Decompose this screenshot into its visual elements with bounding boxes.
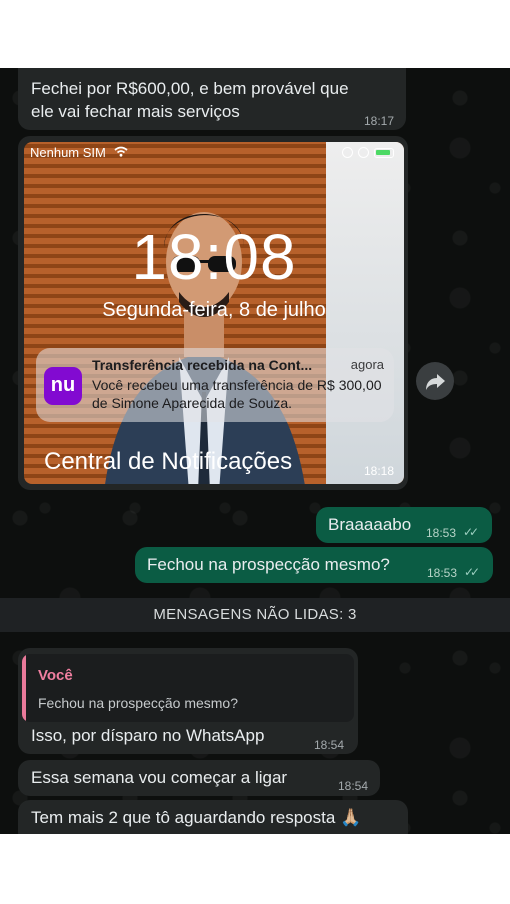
quote-accent-bar [22, 654, 26, 722]
lockscreen-screenshot-image[interactable]: Nenhum SIM 18:08 Segunda-feira, 8 de jul… [24, 142, 404, 484]
message-time: 18:54 [313, 738, 344, 752]
forward-icon [426, 374, 445, 390]
incoming-message[interactable]: Você Fechou na prospecção mesmo? Isso, p… [18, 648, 358, 754]
message-time: 18:54 [337, 779, 368, 793]
status-bar: Nenhum SIM [30, 145, 128, 160]
chat-background: Fechei por R$600,00, e bem provável que … [0, 68, 510, 834]
message-time: 18:17 [363, 114, 394, 128]
double-check-icon: ✓✓ [464, 565, 480, 579]
quoted-message[interactable]: Você Fechou na prospecção mesmo? [22, 654, 354, 722]
lockscreen-date: Segunda-feira, 8 de julho [102, 299, 326, 321]
rotation-lock-icon [342, 147, 353, 158]
message-time: 18:53 [426, 526, 457, 540]
incoming-message[interactable]: Fechei por R$600,00, e bem provável que … [18, 68, 406, 130]
notification-center-label: Central de Notificações [44, 448, 293, 475]
notification-time: agora [350, 357, 384, 372]
message-time: 18:18 [363, 464, 394, 478]
message-text: Fechou na prospecção mesmo? [147, 555, 390, 574]
message-text: Tem mais 2 que tô aguardando resposta 🙏🏼 [31, 808, 362, 827]
carrier-label: Nenhum SIM [30, 145, 106, 160]
nubank-app-icon: nu [44, 367, 82, 405]
notification-title: Transferência recebida na Cont... [92, 357, 313, 373]
unread-messages-banner: MENSAGENS NÃO LIDAS: 3 [0, 598, 510, 632]
lockscreen-clock: 18:08 [131, 221, 297, 293]
wifi-icon [113, 145, 128, 160]
message-text: Braaaaabo [328, 515, 412, 534]
outgoing-message[interactable]: Fechou na prospecção mesmo? 18:53 ✓✓ [135, 547, 493, 583]
message-time: 18:53 [427, 566, 458, 580]
status-right-icons [342, 147, 394, 158]
incoming-message[interactable]: Tem mais 2 que tô aguardando resposta 🙏🏼 [18, 800, 408, 834]
alarm-icon [358, 147, 369, 158]
message-text: Fechei por R$600,00, e bem provável que [31, 79, 349, 98]
battery-icon [374, 147, 394, 158]
message-text: Isso, por dísparo no WhatsApp [31, 726, 265, 745]
quote-author: Você [38, 667, 73, 684]
notification-body: Você recebeu uma transferência de R$ 300… [92, 377, 382, 411]
message-text: ele vai fechar mais serviços [31, 102, 240, 121]
double-check-icon: ✓✓ [463, 525, 479, 539]
message-text: Essa semana vou começar a ligar [31, 768, 288, 787]
notification-card: nu Transferência recebida na Cont... ago… [36, 348, 394, 422]
forward-button[interactable] [416, 362, 454, 400]
quote-text: Fechou na prospecção mesmo? [38, 695, 238, 711]
outgoing-message[interactable]: Braaaaabo 18:53 ✓✓ [316, 507, 492, 543]
incoming-message[interactable]: Essa semana vou começar a ligar 18:54 [18, 760, 380, 796]
